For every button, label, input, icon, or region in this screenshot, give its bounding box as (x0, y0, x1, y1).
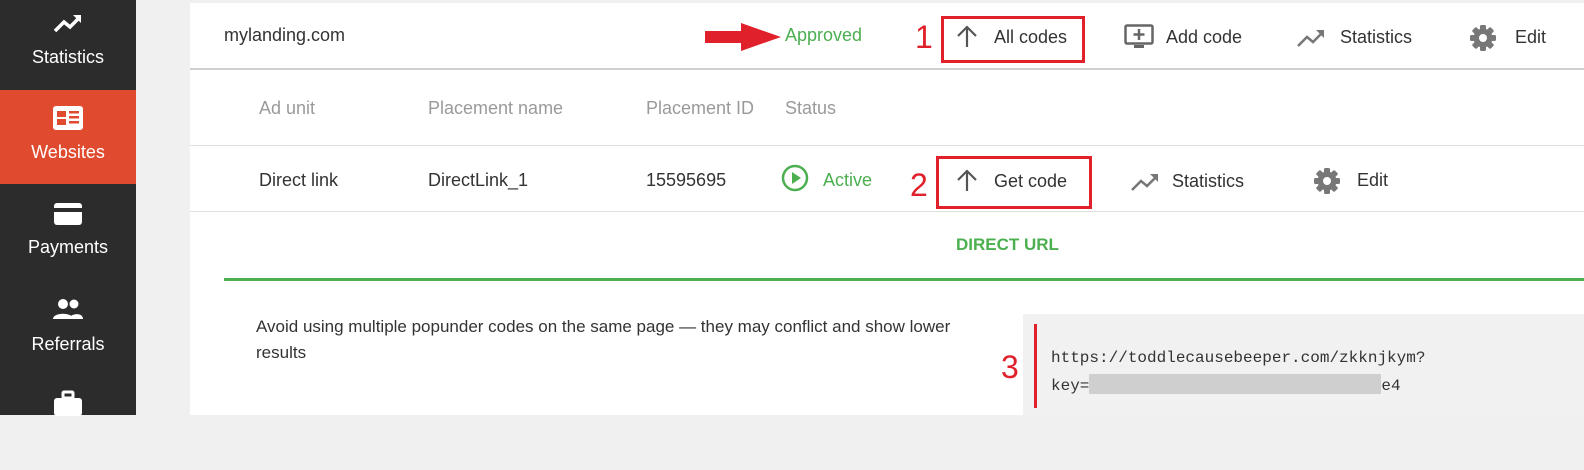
people-icon (53, 299, 83, 319)
sidebar-item-websites[interactable]: Websites (0, 90, 136, 184)
placement-id-cell: 15595695 (646, 170, 727, 190)
statistics-label: Statistics (1340, 27, 1413, 47)
add-code-label: Add code (1166, 27, 1243, 47)
sidebar-item-payments[interactable]: Payments (0, 184, 136, 278)
red-arrow-icon (705, 23, 781, 51)
row-divider (190, 211, 1584, 212)
sidebar-item-label: Payments (27, 237, 109, 257)
direct-url-code-box[interactable]: https://toddlecausebeeper.com/zkknjkym? … (1023, 314, 1584, 415)
sidebar-item-referrals[interactable]: Referrals (0, 280, 136, 374)
add-code-button[interactable]: Add code (1124, 24, 1254, 50)
popunder-note: Avoid using multiple popunder codes on t… (256, 317, 951, 362)
site-statistics-button[interactable]: Statistics (1296, 26, 1426, 50)
site-name: mylanding.com (224, 25, 346, 45)
sidebar-item-label: Statistics (31, 47, 105, 67)
direct-url-code[interactable]: https://toddlecausebeeper.com/zkknjkym? … (1051, 344, 1425, 400)
row-edit-button[interactable]: Edit (1313, 167, 1403, 195)
gear-icon (1470, 25, 1496, 51)
ad-unit-cell: Direct link (259, 170, 339, 190)
arrow-up-icon (957, 25, 977, 47)
column-header: Status (785, 98, 837, 118)
annotation-number: 2 (910, 167, 928, 203)
annotation-number: 3 (1001, 349, 1019, 385)
tab-direct-url[interactable]: DIRECT URL (956, 235, 1059, 255)
edit-label: Edit (1515, 27, 1547, 47)
website-icon (53, 106, 83, 130)
website-card: mylanding.com Approved 1 All codes Add c… (190, 3, 1584, 415)
code-line-1: https://toddlecausebeeper.com/zkknjkym? (1051, 349, 1426, 367)
all-codes-button[interactable]: All codes (956, 25, 1076, 50)
site-edit-button[interactable]: Edit (1469, 24, 1559, 52)
sidebar-item-label: Websites (31, 142, 105, 162)
column-header: Ad unit (259, 98, 316, 118)
annotation-bar (1034, 324, 1037, 408)
trending-up-icon (1297, 30, 1324, 47)
briefcase-icon (54, 390, 82, 416)
approval-status: Approved (785, 25, 863, 45)
add-screen-icon (1124, 24, 1154, 48)
play-circle-icon (781, 164, 809, 192)
sidebar: Statistics Websites Payments Referrals (0, 0, 136, 416)
annotation-number: 1 (915, 19, 933, 55)
sidebar-item-more[interactable] (0, 376, 136, 470)
tab-underline (224, 278, 1584, 281)
card-icon (54, 203, 82, 225)
gear-icon (1314, 168, 1340, 194)
code-line-2-prefix: key= (1051, 377, 1090, 395)
table-divider (190, 145, 1584, 146)
redacted-key (1089, 374, 1382, 394)
sidebar-item-label: Referrals (31, 334, 105, 354)
header-divider (190, 68, 1584, 70)
row-statistics-button[interactable]: Statistics (1130, 170, 1260, 194)
sidebar-item-statistics[interactable]: Statistics (0, 0, 136, 94)
trending-up-icon (53, 15, 82, 33)
arrow-up-icon (957, 169, 977, 191)
edit-label: Edit (1357, 170, 1389, 190)
statistics-label: Statistics (1172, 171, 1245, 191)
column-header: Placement name (428, 98, 564, 118)
all-codes-label: All codes (994, 27, 1068, 47)
column-header: Placement ID (646, 98, 755, 118)
code-line-2-suffix: e4 (1381, 377, 1401, 395)
trending-up-icon (1131, 174, 1158, 191)
get-code-button[interactable]: Get code (956, 169, 1076, 194)
status-cell: Active (823, 170, 873, 190)
get-code-label: Get code (994, 171, 1068, 191)
placement-name-cell: DirectLink_1 (428, 170, 529, 190)
